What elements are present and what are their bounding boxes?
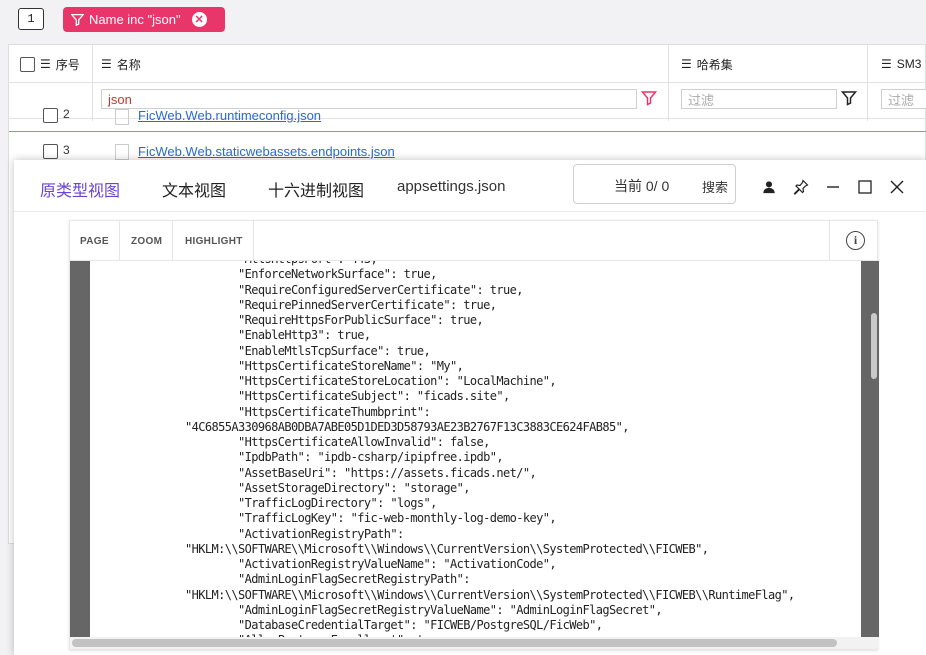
viewer-filename: appsettings.json (397, 178, 506, 195)
list-icon: ☰ (40, 57, 51, 71)
file-link[interactable]: FicWeb.Web.runtimeconfig.json (138, 108, 321, 123)
column-header-hash[interactable]: 哈希集 (697, 56, 733, 73)
row-number: 3 (63, 143, 70, 157)
page-button[interactable]: PAGE (70, 221, 120, 261)
user-icon[interactable] (761, 179, 777, 195)
remove-filter-icon[interactable]: ✕ (191, 12, 207, 27)
document-page: "MtlsHttpsPort": 443, "EnforceNetworkSur… (90, 261, 861, 639)
active-filter-chip[interactable]: Name inc "json" ✕ (63, 7, 225, 32)
filter-icon[interactable] (641, 90, 657, 106)
grid-toggle-button[interactable]: 1 (18, 8, 44, 30)
filter-chip-label: Name inc "json" (89, 12, 181, 27)
search-button[interactable]: 搜索 (702, 177, 735, 196)
highlight-button[interactable]: HIGHLIGHT (175, 221, 254, 261)
document-toolbar: PAGE ZOOM HIGHLIGHT i (70, 221, 879, 261)
column-header-name[interactable]: 名称 (117, 56, 141, 73)
vertical-scrollbar[interactable] (871, 313, 877, 379)
search-counter: 当前 0/ 0 (614, 178, 670, 194)
column-header-index[interactable]: 序号 (56, 56, 80, 73)
sm3-header: ☰ SM3 (881, 45, 921, 83)
maximize-icon[interactable] (857, 179, 873, 195)
pin-icon[interactable] (793, 179, 809, 195)
row-checkbox[interactable] (43, 144, 58, 159)
minimize-icon[interactable] (825, 179, 841, 195)
horizontal-scrollbar[interactable] (72, 639, 837, 647)
list-icon: ☰ (681, 57, 692, 71)
row-checkbox[interactable] (43, 108, 58, 123)
table-row[interactable]: 2 FicWeb.Web.runtimeconfig.json (9, 106, 926, 128)
tab-text-view[interactable]: 文本视图 (162, 177, 226, 201)
document-pages[interactable]: "MtlsHttpsPort": 443, "EnforceNetworkSur… (70, 261, 879, 639)
search-box[interactable]: 当前 0/ 0 搜索 (573, 164, 736, 204)
viewer-tabs: 原类型视图 文本视图 十六进制视图 appsettings.json 当前 0/… (14, 160, 926, 212)
document-text: "MtlsHttpsPort": 443, "EnforceNetworkSur… (185, 261, 795, 639)
name-header: ☰ 名称 (101, 45, 141, 83)
hash-header: ☰ 哈希集 (681, 45, 733, 83)
file-icon (115, 109, 129, 125)
file-link[interactable]: FicWeb.Web.staticwebassets.endpoints.jso… (138, 144, 395, 159)
column-header-sm3[interactable]: SM3 (897, 57, 922, 71)
row-number: 2 (63, 107, 70, 121)
file-viewer-dialog: 原类型视图 文本视图 十六进制视图 appsettings.json 当前 0/… (14, 160, 926, 655)
document-viewer: PAGE ZOOM HIGHLIGHT i "MtlsHttpsPort": 4… (69, 220, 879, 650)
table-divider (9, 131, 926, 132)
tab-native-view[interactable]: 原类型视图 (40, 177, 120, 201)
table-header: ☰ 序号 ☰ 名称 ☰ 哈希集 ☰ SM3 (9, 45, 925, 121)
select-all-header: ☰ 序号 (20, 45, 80, 83)
toolbar-divider (829, 221, 830, 261)
filter-icon[interactable] (841, 90, 857, 106)
filter-icon (71, 13, 84, 26)
zoom-button[interactable]: ZOOM (121, 221, 174, 261)
select-all-checkbox[interactable] (20, 56, 35, 72)
horizontal-scrollbar-track[interactable] (70, 637, 879, 649)
top-bar: 1 Name inc "json" ✕ (0, 0, 926, 38)
list-icon: ☰ (881, 57, 892, 71)
file-icon (115, 144, 129, 160)
list-icon: ☰ (101, 57, 112, 71)
close-icon[interactable] (889, 179, 905, 195)
tab-hex-view[interactable]: 十六进制视图 (268, 177, 364, 201)
info-icon[interactable]: i (846, 231, 865, 250)
